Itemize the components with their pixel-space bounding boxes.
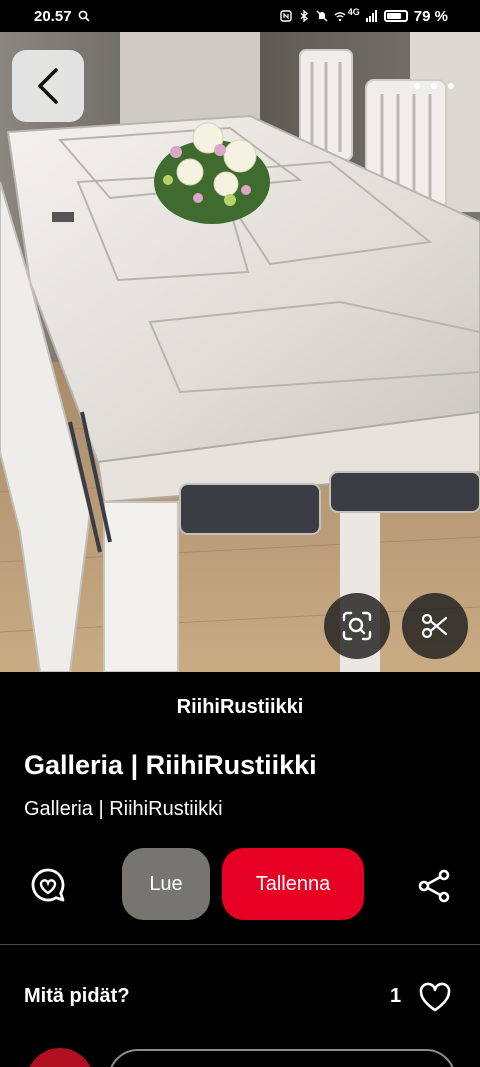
save-button[interactable]: Tallenna <box>222 848 364 920</box>
like-count: 1 <box>390 985 402 1007</box>
more-icon <box>414 83 420 89</box>
status-left: 20.57 <box>34 8 90 25</box>
network-label: 4G <box>347 7 360 17</box>
status-right: 4G 79 % <box>280 7 448 25</box>
pin-source-name[interactable]: RiihiRustiikki <box>0 696 480 719</box>
share-button[interactable] <box>414 866 454 906</box>
pin-description: Galleria | RiihiRustiikki <box>24 798 223 820</box>
pin-photo-illustration <box>0 32 480 672</box>
scissors-icon <box>421 613 448 639</box>
wifi-icon <box>334 12 346 22</box>
avatar[interactable] <box>26 1048 94 1067</box>
action-row: Lue Tallenna <box>0 848 480 922</box>
more-icon-dot <box>448 83 454 89</box>
like-button[interactable] <box>418 981 452 1013</box>
back-icon <box>38 68 58 104</box>
share-icon <box>418 869 450 903</box>
heart-icon <box>419 982 451 1012</box>
comment-button[interactable] <box>28 866 68 906</box>
nfc-icon <box>280 10 292 22</box>
signal-icon <box>365 10 377 22</box>
comment-input[interactable] <box>108 1049 456 1067</box>
visual-search-button[interactable] <box>324 593 390 659</box>
divider <box>0 944 480 945</box>
bluetooth-icon <box>300 10 308 22</box>
mute-icon <box>316 10 328 22</box>
visual-search-icon <box>342 611 372 641</box>
pin-title: Galleria | RiihiRustiikki <box>24 750 317 780</box>
pin-image[interactable] <box>0 32 480 672</box>
clock: 20.57 <box>34 7 72 25</box>
more-icon-dot <box>431 83 437 89</box>
status-bar: 20.57 4G 79 % <box>0 0 480 32</box>
battery-icon <box>383 10 408 22</box>
read-button[interactable]: Lue <box>122 848 210 920</box>
more-button[interactable] <box>414 76 454 96</box>
back-button[interactable] <box>12 50 84 122</box>
cutout-button[interactable] <box>402 593 468 659</box>
comment-icon <box>31 868 65 902</box>
battery-level: 79 % <box>413 7 448 25</box>
search-icon <box>78 10 90 22</box>
feedback-question: Mitä pidät? <box>24 985 130 1007</box>
